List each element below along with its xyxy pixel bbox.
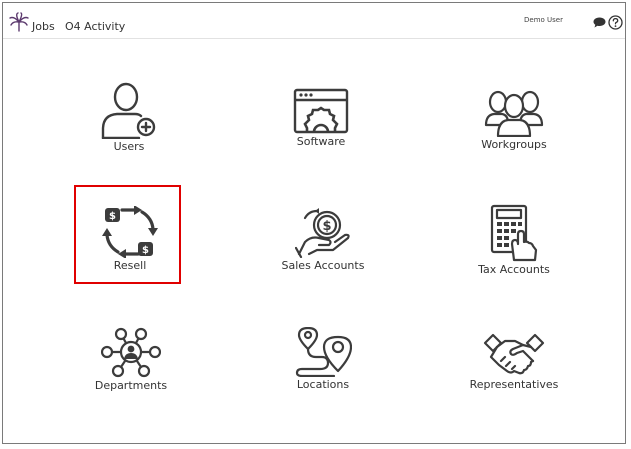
calculator-icon [490,204,538,262]
locations-route-icon [295,327,352,377]
tile-workgroups[interactable]: Workgroups [434,85,594,151]
help-icon[interactable] [608,15,623,30]
tile-locations[interactable]: Locations [243,327,403,391]
tile-departments-label: Departments [94,379,168,392]
user-name[interactable]: Demo User [524,16,563,24]
svg-text:$: $ [142,245,149,256]
tile-users[interactable]: Users [49,81,209,153]
tile-resell-label: Resell [113,259,147,272]
software-gear-icon [293,88,349,134]
nav-jobs[interactable]: Jobs [32,20,55,33]
departments-network-icon [101,327,161,378]
tile-departments[interactable]: Departments [51,326,211,392]
workgroups-icon [484,90,544,137]
tile-sales-accounts[interactable]: $ Sales Accounts [243,208,403,272]
tile-workgroups-label: Workgroups [481,138,547,151]
tile-software-label: Software [296,135,346,148]
tile-locations-label: Locations [296,378,350,391]
handshake-icon [483,333,545,375]
svg-text:$: $ [109,211,116,222]
tile-sales-accounts-label: Sales Accounts [281,259,365,272]
tile-representatives[interactable]: Representatives [434,333,594,391]
tile-users-label: Users [113,140,145,153]
tile-tax-accounts[interactable]: Tax Accounts [434,204,594,276]
tile-resell[interactable]: $ $ Resell [50,206,210,272]
tile-tax-accounts-label: Tax Accounts [478,263,550,276]
palm-logo-icon[interactable] [9,12,29,32]
tile-representatives-label: Representatives [469,378,559,391]
resell-cycle-icon: $ $ [102,206,158,258]
user-add-icon [101,82,156,139]
top-bar: Jobs O4 Activity Demo User [3,3,625,39]
app-window: Jobs O4 Activity Demo User Users Softwar… [2,2,626,444]
svg-text:$: $ [322,219,331,234]
tile-software[interactable]: Software [241,88,401,148]
nav-o4-activity[interactable]: O4 Activity [65,20,125,33]
chat-icon[interactable] [593,17,606,28]
sales-hand-coin-icon: $ [295,208,350,258]
